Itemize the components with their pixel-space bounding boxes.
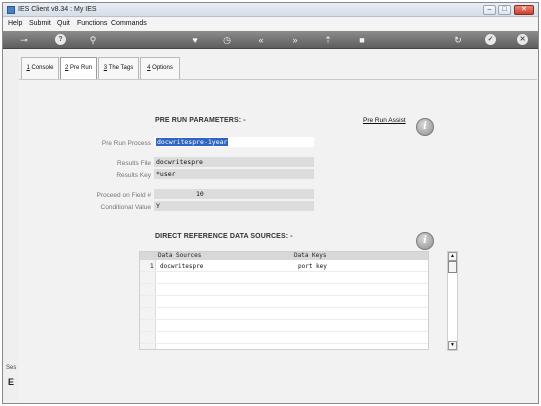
pre-run-process-label: Pre Run Process bbox=[101, 140, 151, 147]
left-side-strip: Ses E bbox=[3, 49, 19, 401]
grid-scrollbar[interactable]: ▲ ▼ bbox=[447, 251, 458, 351]
menu-commands[interactable]: Commands bbox=[111, 20, 147, 27]
results-key-field[interactable]: *user bbox=[154, 169, 314, 179]
side-strip-label: Ses bbox=[6, 365, 17, 371]
key-icon[interactable]: ⊸ bbox=[15, 34, 33, 46]
forward-icon[interactable]: » bbox=[289, 34, 301, 46]
search-icon[interactable]: ⚲ bbox=[87, 34, 99, 46]
data-source-cell[interactable]: docwritespre bbox=[160, 261, 203, 272]
app-window: IES Client v8.34 : My IES – □ ✕ Help Sub… bbox=[2, 2, 539, 404]
scroll-up-button[interactable]: ▲ bbox=[448, 252, 457, 261]
menu-bar: Help Submit Quit Functions Commands bbox=[3, 18, 538, 30]
minimize-button[interactable]: – bbox=[483, 5, 496, 15]
toolbar: ⊸ ? ⚲ ♥ ◷ « » ⇡ ■ ↻ ✓ ✕ bbox=[3, 31, 538, 49]
ok-icon[interactable]: ✓ bbox=[485, 34, 496, 45]
title-bar: IES Client v8.34 : My IES – □ ✕ bbox=[3, 3, 538, 17]
scroll-thumb[interactable] bbox=[448, 261, 457, 273]
maximize-button[interactable]: □ bbox=[498, 5, 511, 15]
pre-run-parameters-title: PRE RUN PARAMETERS: - bbox=[155, 117, 246, 124]
tab-options[interactable]: 4 Options bbox=[140, 57, 180, 79]
info-icon[interactable]: i bbox=[416, 118, 434, 136]
data-key-cell[interactable]: port key bbox=[298, 261, 327, 272]
clock-icon[interactable]: ◷ bbox=[221, 34, 233, 46]
window-title: IES Client v8.34 : My IES bbox=[18, 6, 97, 13]
scroll-down-button[interactable]: ▼ bbox=[448, 341, 457, 350]
table-row[interactable] bbox=[140, 333, 428, 344]
app-icon bbox=[7, 6, 15, 14]
conditional-value-field[interactable]: Y bbox=[154, 201, 314, 211]
tab-console[interactable]: 1 Console bbox=[21, 57, 59, 79]
results-key-label: Results Key bbox=[116, 172, 151, 179]
pre-run-assist-link[interactable]: Pre Run Assist bbox=[363, 117, 406, 124]
rewind-icon[interactable]: « bbox=[255, 34, 267, 46]
table-row[interactable] bbox=[140, 297, 428, 308]
results-file-field[interactable]: docwritespre bbox=[154, 157, 314, 167]
conditional-value-label: Conditional Value bbox=[100, 204, 151, 211]
proceed-on-field-input[interactable]: 10 bbox=[154, 189, 314, 199]
results-file-label: Results File bbox=[117, 160, 151, 167]
tab-the-tags[interactable]: 3 The Tags bbox=[98, 57, 139, 79]
close-button[interactable]: ✕ bbox=[514, 5, 534, 15]
column-header-data-keys[interactable]: Data Keys bbox=[294, 252, 327, 260]
side-strip-glyph: E bbox=[8, 377, 15, 387]
data-sources-grid: Data Sources Data Keys 1 docwritespre po… bbox=[139, 251, 429, 350]
menu-help[interactable]: Help bbox=[8, 20, 22, 27]
table-row[interactable] bbox=[140, 273, 428, 284]
menu-functions[interactable]: Functions bbox=[77, 20, 107, 27]
table-row[interactable] bbox=[140, 309, 428, 320]
refresh-icon[interactable]: ↻ bbox=[452, 34, 464, 46]
pre-run-panel bbox=[19, 79, 537, 401]
proceed-on-field-label: Proceed on Field # bbox=[96, 192, 151, 199]
pre-run-process-field[interactable]: docwritespre-1year bbox=[154, 137, 314, 147]
table-row[interactable] bbox=[140, 321, 428, 332]
upload-icon[interactable]: ⇡ bbox=[322, 34, 334, 46]
row-number: 1 bbox=[150, 263, 154, 270]
stop-icon[interactable]: ■ bbox=[356, 34, 368, 46]
table-row[interactable] bbox=[140, 285, 428, 296]
table-row[interactable]: 1 docwritespre port key bbox=[140, 261, 428, 272]
help-icon[interactable]: ? bbox=[55, 34, 66, 45]
heart-icon[interactable]: ♥ bbox=[189, 34, 201, 46]
info-icon[interactable]: i bbox=[416, 232, 434, 250]
data-sources-title: DIRECT REFERENCE DATA SOURCES: - bbox=[155, 233, 293, 240]
grid-header: Data Sources Data Keys bbox=[140, 252, 428, 260]
menu-submit[interactable]: Submit bbox=[29, 20, 51, 27]
cancel-icon[interactable]: ✕ bbox=[517, 34, 528, 45]
tab-pre-run[interactable]: 2 Pre Run bbox=[60, 57, 97, 81]
column-header-data-sources[interactable]: Data Sources bbox=[158, 252, 201, 260]
menu-quit[interactable]: Quit bbox=[57, 20, 70, 27]
